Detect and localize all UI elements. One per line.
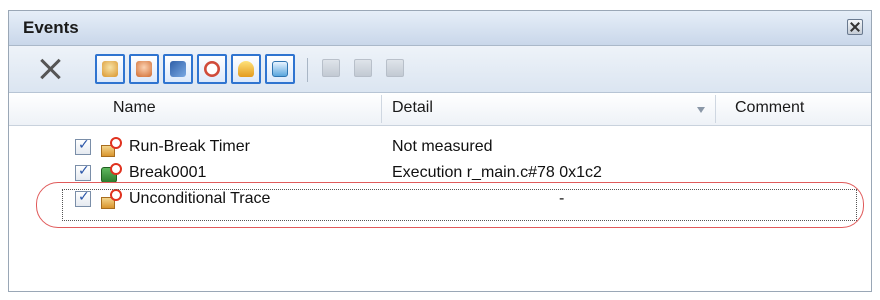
monitor-toggle-button[interactable]: [265, 54, 295, 84]
table-row[interactable]: Run-Break Timer Not measured: [9, 135, 871, 161]
toolbar: [9, 46, 871, 93]
enable-checkbox[interactable]: [75, 163, 91, 181]
copy-button[interactable]: [351, 56, 375, 80]
trace-toggle-button[interactable]: [163, 54, 193, 84]
close-button[interactable]: [847, 19, 863, 35]
timer-event-icon: [101, 137, 123, 159]
monitor-icon: [272, 61, 288, 77]
panel-title: Events: [23, 18, 79, 37]
toolbar-separator: [307, 58, 308, 82]
event-name: Run-Break Timer: [129, 138, 250, 155]
paste-icon: [386, 59, 404, 77]
event-name: Break0001: [129, 164, 207, 181]
sort-indicator-icon: [697, 107, 705, 113]
paste-button[interactable]: [383, 56, 407, 80]
event-detail: Not measured: [392, 138, 493, 155]
copy-icon: [354, 59, 372, 77]
edit-condition-icon: [322, 59, 340, 77]
bell-icon: [238, 61, 254, 77]
trace-icon: [170, 61, 186, 77]
hand-break-icon: [102, 61, 118, 77]
edit-button[interactable]: [319, 56, 343, 80]
column-divider[interactable]: [381, 95, 382, 123]
hand-stop-icon: [136, 61, 152, 77]
column-headers: Name Detail Comment: [9, 93, 871, 126]
comment-column-header[interactable]: Comment: [735, 99, 804, 117]
column-divider[interactable]: [715, 95, 716, 123]
timer-toggle-button[interactable]: [197, 54, 227, 84]
events-panel: Events Name Detail Comment ✓ Run-Break T…: [8, 10, 872, 292]
title-bar: Events: [9, 11, 871, 46]
break-toggle-button[interactable]: [95, 54, 125, 84]
callout-highlight: [36, 182, 864, 228]
name-column-header[interactable]: Name: [113, 99, 156, 117]
hardware-break-toggle-button[interactable]: [129, 54, 159, 84]
delete-icon[interactable]: [37, 56, 63, 82]
event-detail: Execution r_main.c#78 0x1c2: [392, 164, 602, 181]
detail-column-header[interactable]: Detail: [392, 99, 433, 117]
stopwatch-icon: [204, 61, 220, 77]
enable-checkbox[interactable]: [75, 137, 91, 155]
action-toggle-button[interactable]: [231, 54, 261, 84]
